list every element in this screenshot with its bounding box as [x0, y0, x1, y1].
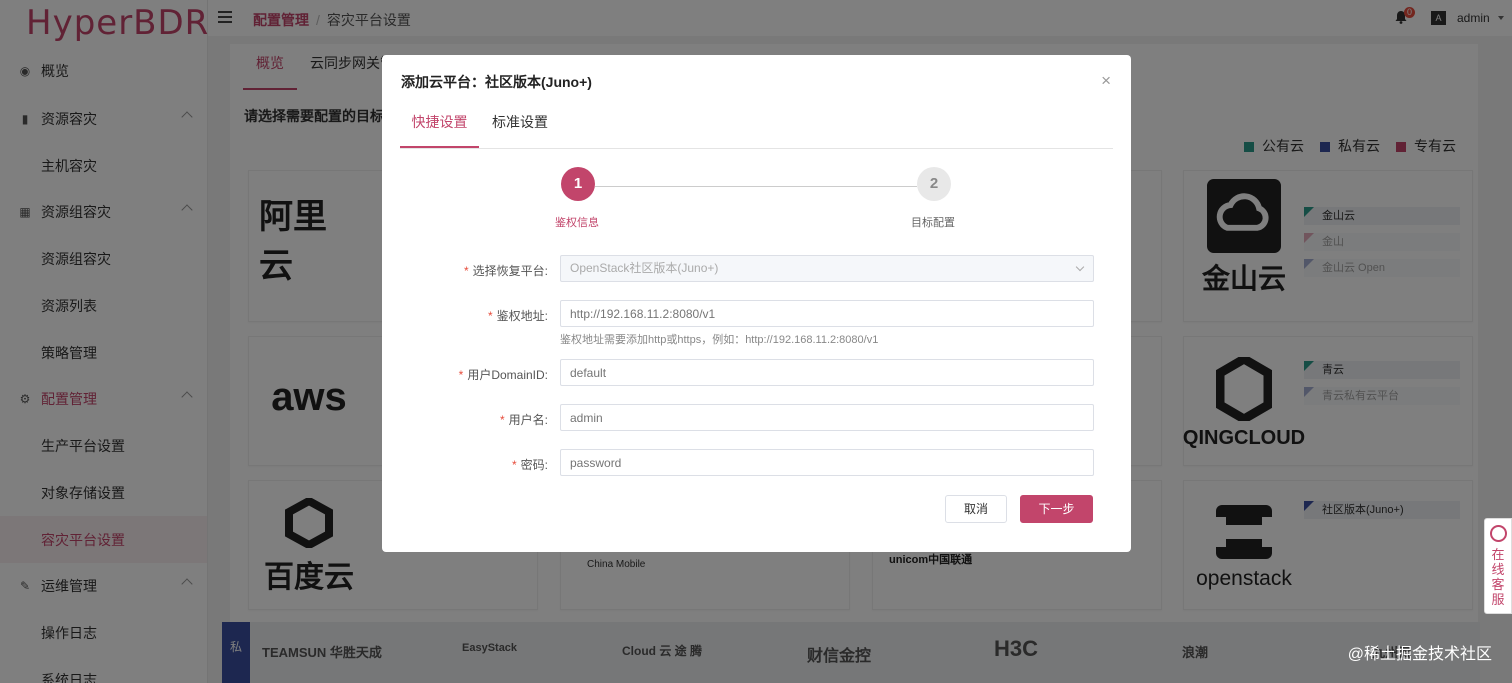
- tab-standard-setup[interactable]: 标准设置: [492, 102, 548, 148]
- steps-connector: [595, 186, 917, 187]
- field-label: * 密码:: [511, 458, 548, 472]
- username-input[interactable]: [560, 404, 1094, 431]
- step-1-label: 鉴权信息: [555, 217, 599, 229]
- field-label: * 用户DomainID:: [458, 368, 548, 382]
- domain-id-input[interactable]: [560, 359, 1094, 386]
- watermark: @稀土掘金技术社区: [1347, 646, 1492, 663]
- field-label: * 鉴权地址:: [487, 309, 548, 323]
- auth-url-input[interactable]: [560, 300, 1094, 327]
- auth-url-hint: 鉴权地址需要添加http或https，例如：http://192.168.11.…: [560, 334, 879, 346]
- step-1-indicator: 1: [561, 167, 595, 201]
- chevron-down-icon: [1075, 262, 1085, 272]
- password-input[interactable]: [560, 449, 1094, 476]
- dialog-tabs: 快捷设置 标准设置: [400, 102, 1113, 149]
- field-label: * 用户名:: [499, 413, 548, 427]
- tab-quick-setup[interactable]: 快捷设置: [400, 102, 479, 148]
- cancel-button[interactable]: 取消: [945, 495, 1007, 523]
- step-2-indicator: 2: [917, 167, 951, 201]
- next-step-button[interactable]: 下一步: [1020, 495, 1093, 523]
- field-label: * 选择恢复平台:: [463, 264, 548, 278]
- online-service-button[interactable]: 在线客服: [1484, 518, 1512, 614]
- headset-icon: [1490, 525, 1507, 542]
- platform-select[interactable]: OpenStack社区版本(Juno+): [560, 255, 1094, 282]
- close-icon[interactable]: ×: [1101, 72, 1111, 89]
- add-platform-dialog: 添加云平台：社区版本(Juno+) × 快捷设置 标准设置 1 2 鉴权信息 目…: [382, 55, 1131, 552]
- step-2-label: 目标配置: [911, 217, 955, 229]
- dialog-title: 添加云平台：社区版本(Juno+): [401, 74, 592, 90]
